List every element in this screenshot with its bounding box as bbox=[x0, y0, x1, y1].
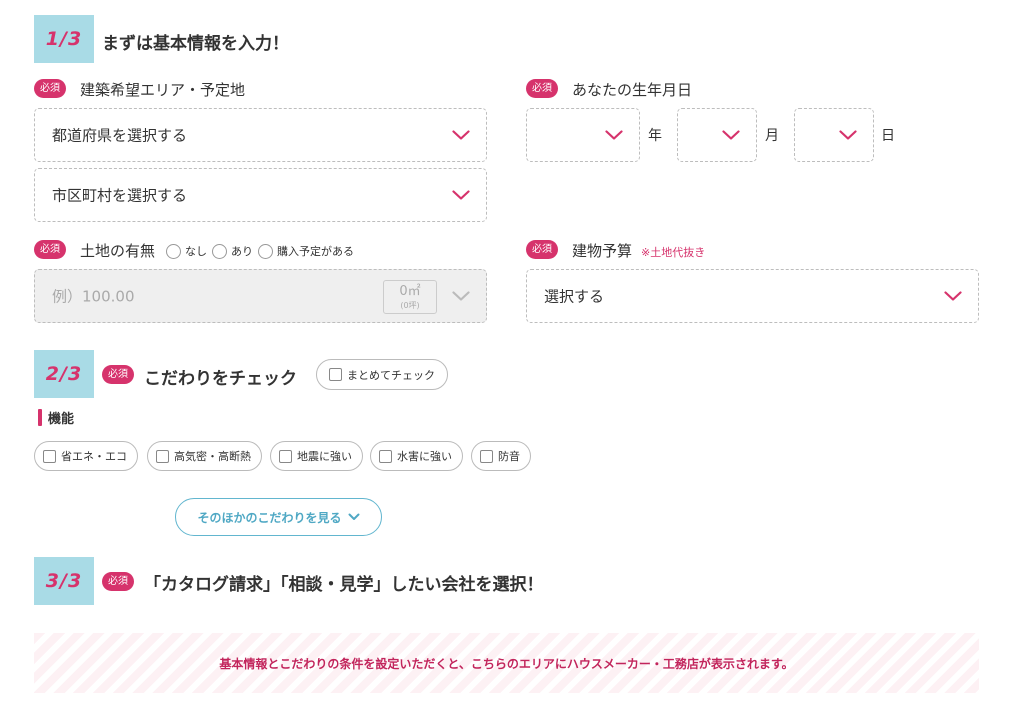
budget-label: 建物予算 bbox=[572, 242, 633, 260]
land-option-planned[interactable]: 購入予定がある bbox=[258, 242, 354, 260]
birth-required-badge: 必須 bbox=[526, 79, 558, 98]
company-notice-box: 基本情報とこだわりの条件を設定いただくと、こちらのエリアにハウスメーカー・工務店… bbox=[34, 633, 979, 693]
chevron-down-icon bbox=[722, 130, 740, 140]
land-area-unit-box: 0㎡ (0坪) bbox=[383, 280, 437, 314]
day-unit: 日 bbox=[881, 128, 895, 144]
chevron-down-icon bbox=[839, 130, 857, 140]
birth-month-select[interactable] bbox=[677, 108, 757, 162]
radio-circle[interactable] bbox=[212, 243, 227, 259]
option-airtight[interactable]: 高気密・高断熱 bbox=[147, 441, 262, 471]
land-option-label: 購入予定がある bbox=[277, 245, 354, 258]
city-select-value: 市区町村を選択する bbox=[52, 186, 188, 205]
birth-day-select[interactable] bbox=[794, 108, 874, 162]
prefecture-select[interactable]: 都道府県を選択する bbox=[34, 108, 487, 162]
step3-required-badge: 必須 bbox=[102, 572, 134, 591]
step2-required-badge: 必須 bbox=[102, 365, 134, 384]
section-bar bbox=[38, 409, 42, 426]
prefecture-select-value: 都道府県を選択する bbox=[52, 126, 188, 145]
checkbox[interactable] bbox=[279, 449, 292, 463]
show-more-preferences-button[interactable]: そのほかのこだわりを見る bbox=[175, 498, 382, 536]
chevron-down-icon bbox=[452, 130, 470, 140]
area-label: 建築希望エリア・予定地 bbox=[80, 81, 246, 99]
budget-select-value: 選択する bbox=[544, 287, 605, 306]
option-earthquake[interactable]: 地震に強い bbox=[270, 441, 363, 471]
birth-label: あなたの生年月日 bbox=[572, 81, 693, 99]
land-required-badge: 必須 bbox=[34, 240, 66, 259]
chevron-down-icon bbox=[452, 190, 470, 200]
step-badge-3: 3/3 bbox=[34, 557, 94, 605]
check-all-button[interactable]: まとめてチェック bbox=[316, 359, 448, 390]
show-more-label: そのほかのこだわりを見る bbox=[197, 510, 342, 525]
chevron-down-icon bbox=[452, 291, 470, 301]
option-label: 高気密・高断熱 bbox=[174, 450, 251, 463]
check-all-label: まとめてチェック bbox=[347, 368, 435, 382]
option-eco[interactable]: 省エネ・エコ bbox=[34, 441, 138, 471]
checkbox[interactable] bbox=[480, 449, 493, 463]
land-area-tsubo: (0坪) bbox=[400, 301, 420, 310]
company-notice-text: 基本情報とこだわりの条件を設定いただくと、こちらのエリアにハウスメーカー・工務店… bbox=[219, 656, 794, 671]
step-badge-2: 2/3 bbox=[34, 350, 94, 398]
section-heading-function: 機能 bbox=[38, 408, 74, 427]
step2-title: こだわりをチェック bbox=[144, 369, 297, 389]
budget-note: ※土地代抜き bbox=[641, 246, 706, 259]
section-label: 機能 bbox=[48, 412, 75, 427]
chevron-down-icon bbox=[605, 130, 623, 140]
step3-title: 「カタログ請求」「相談・見学」したい会社を選択！ bbox=[144, 575, 544, 595]
land-area-input[interactable]: 例）100.00 0㎡ (0坪) bbox=[34, 269, 487, 323]
option-label: 水害に強い bbox=[397, 450, 452, 463]
land-label: 土地の有無 bbox=[80, 242, 156, 260]
chevron-down-icon bbox=[944, 291, 962, 301]
option-label: 省エネ・エコ bbox=[61, 450, 127, 463]
option-flood[interactable]: 水害に強い bbox=[370, 441, 463, 471]
land-option-yes[interactable]: あり bbox=[212, 242, 253, 260]
checkbox[interactable] bbox=[43, 449, 56, 463]
step-badge-1: 1/3 bbox=[34, 15, 94, 63]
chevron-down-icon bbox=[348, 513, 360, 521]
city-select[interactable]: 市区町村を選択する bbox=[34, 168, 487, 222]
checkbox[interactable] bbox=[379, 449, 392, 463]
budget-required-badge: 必須 bbox=[526, 240, 558, 259]
radio-circle[interactable] bbox=[166, 243, 181, 259]
option-label: 防音 bbox=[498, 450, 520, 463]
option-soundproof[interactable]: 防音 bbox=[471, 441, 531, 471]
area-required-badge: 必須 bbox=[34, 79, 66, 98]
birth-year-select[interactable] bbox=[526, 108, 640, 162]
checkbox[interactable] bbox=[156, 449, 169, 463]
radio-circle[interactable] bbox=[258, 243, 273, 259]
land-option-none[interactable]: なし bbox=[166, 242, 207, 260]
step1-title: まずは基本情報を入力！ bbox=[102, 34, 289, 54]
year-unit: 年 bbox=[648, 128, 662, 144]
land-area-placeholder: 例）100.00 bbox=[52, 287, 135, 306]
month-unit: 月 bbox=[765, 128, 779, 144]
land-option-label: あり bbox=[231, 245, 253, 258]
land-option-label: なし bbox=[185, 245, 207, 258]
budget-select[interactable]: 選択する bbox=[526, 269, 979, 323]
option-label: 地震に強い bbox=[297, 450, 352, 463]
checkbox[interactable] bbox=[329, 368, 342, 381]
land-area-m2: 0㎡ bbox=[399, 284, 421, 299]
